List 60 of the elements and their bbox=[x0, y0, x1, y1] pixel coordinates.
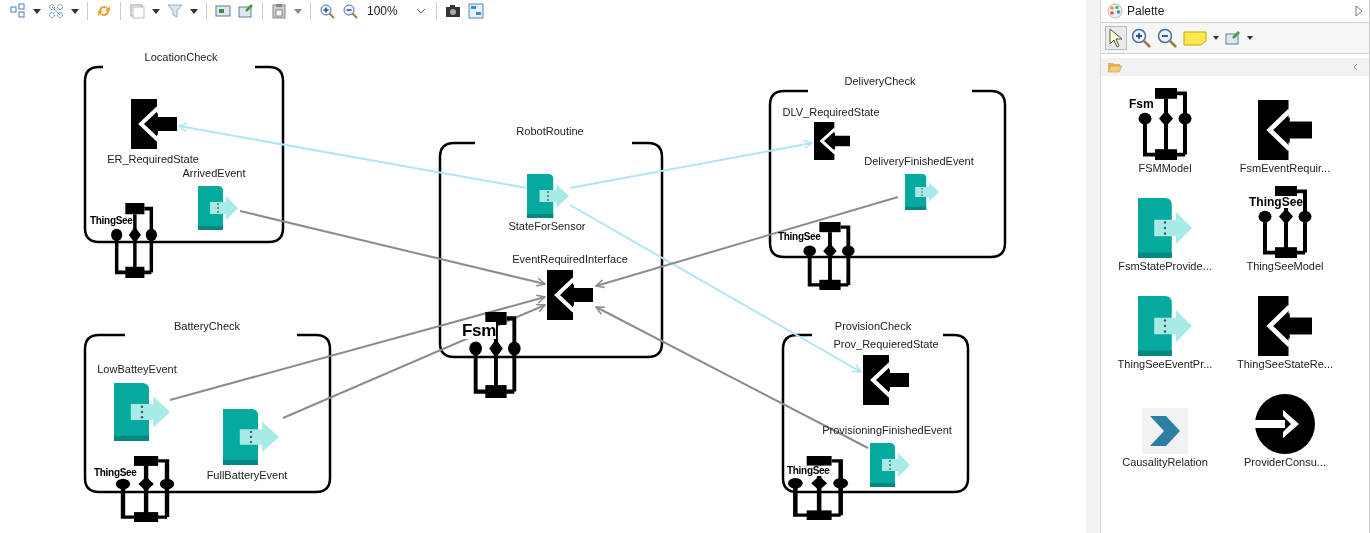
folder-icon bbox=[1107, 61, 1123, 73]
container-frame[interactable] bbox=[768, 89, 1007, 259]
provider-port-icon[interactable] bbox=[527, 174, 569, 218]
port-label: EventRequiredInterface bbox=[512, 253, 628, 266]
provider-port-icon[interactable] bbox=[114, 383, 170, 441]
container-frame[interactable] bbox=[781, 333, 970, 494]
port-label: Prov_RequieredState bbox=[833, 338, 939, 351]
palette-entry[interactable]: ProviderConsu... bbox=[1225, 378, 1345, 472]
palette-entry[interactable]: Fsm FSMModel bbox=[1105, 84, 1225, 178]
container-title: DeliveryCheck bbox=[844, 75, 916, 88]
port-label: StateForSensor bbox=[508, 220, 586, 233]
provider-port-icon[interactable] bbox=[870, 443, 910, 487]
port-label: LowBatteyEvent bbox=[97, 363, 177, 376]
model-label: ThingSee bbox=[90, 216, 133, 226]
container-frame[interactable] bbox=[83, 333, 332, 494]
port-label: ArrivedEvent bbox=[182, 167, 246, 180]
clipboard-icon[interactable] bbox=[269, 1, 289, 21]
required-port-icon[interactable] bbox=[814, 122, 850, 160]
chevron-down-icon[interactable] bbox=[415, 8, 426, 14]
port-label: ProvisioningFinishedEvent bbox=[822, 424, 952, 437]
container-title: BatteryCheck bbox=[174, 320, 240, 333]
event-connection[interactable] bbox=[282, 303, 546, 419]
zoom-out-icon[interactable] bbox=[340, 1, 360, 21]
palette-entry[interactable]: FsmEventRequir... bbox=[1225, 84, 1345, 178]
container-title: LocationCheck bbox=[144, 51, 218, 64]
model-label: ThingSee bbox=[778, 232, 821, 242]
node-layout-icon[interactable] bbox=[46, 1, 66, 21]
zoom-in-icon[interactable] bbox=[317, 1, 337, 21]
provider-port-icon[interactable] bbox=[198, 186, 238, 230]
palette-title: Palette bbox=[1127, 4, 1166, 18]
container-title: ProvisionCheck bbox=[834, 320, 912, 333]
palette-entry[interactable]: ThingSeeStateRe... bbox=[1225, 280, 1345, 374]
palette-icon bbox=[1107, 3, 1123, 19]
provider-port-icon[interactable] bbox=[905, 174, 939, 210]
diagram-icon[interactable] bbox=[465, 1, 486, 21]
select-tool[interactable] bbox=[1105, 26, 1127, 50]
port-label: ER_RequiredState bbox=[107, 153, 199, 166]
model-label: ThingSee bbox=[94, 468, 137, 478]
required-port-icon[interactable] bbox=[863, 355, 909, 405]
container-title: RobotRoutine bbox=[516, 125, 584, 138]
provider-port-icon[interactable] bbox=[223, 409, 279, 465]
model-label: Fsm bbox=[1129, 98, 1154, 110]
required-port-icon[interactable] bbox=[131, 99, 177, 149]
port-label: DeliveryFinishedEvent bbox=[864, 155, 974, 168]
palette-entry[interactable]: ThingSeeEventPr... bbox=[1105, 280, 1225, 374]
model-label: ThingSee bbox=[787, 466, 830, 476]
zoom-in-icon[interactable] bbox=[1129, 26, 1153, 50]
container-frame[interactable] bbox=[83, 65, 285, 244]
pin-icon[interactable] bbox=[236, 1, 256, 21]
model-label: ThingSee bbox=[1249, 196, 1303, 208]
model-label: Fsm bbox=[462, 322, 497, 339]
container-frame[interactable] bbox=[438, 141, 664, 359]
port-label: DLV_RequiredState bbox=[782, 106, 880, 119]
palette-entry[interactable]: CausalityRelation bbox=[1105, 378, 1225, 472]
expand-icon[interactable] bbox=[1355, 5, 1363, 17]
palette-entry[interactable]: FsmStateProvide... bbox=[1105, 182, 1225, 276]
zoom-out-icon[interactable] bbox=[1155, 26, 1179, 50]
port-label: FullBatteryEvent bbox=[206, 469, 288, 482]
required-port-icon[interactable] bbox=[547, 270, 593, 320]
palette-entry[interactable]: ThingSee ThingSeeModel bbox=[1225, 182, 1345, 276]
